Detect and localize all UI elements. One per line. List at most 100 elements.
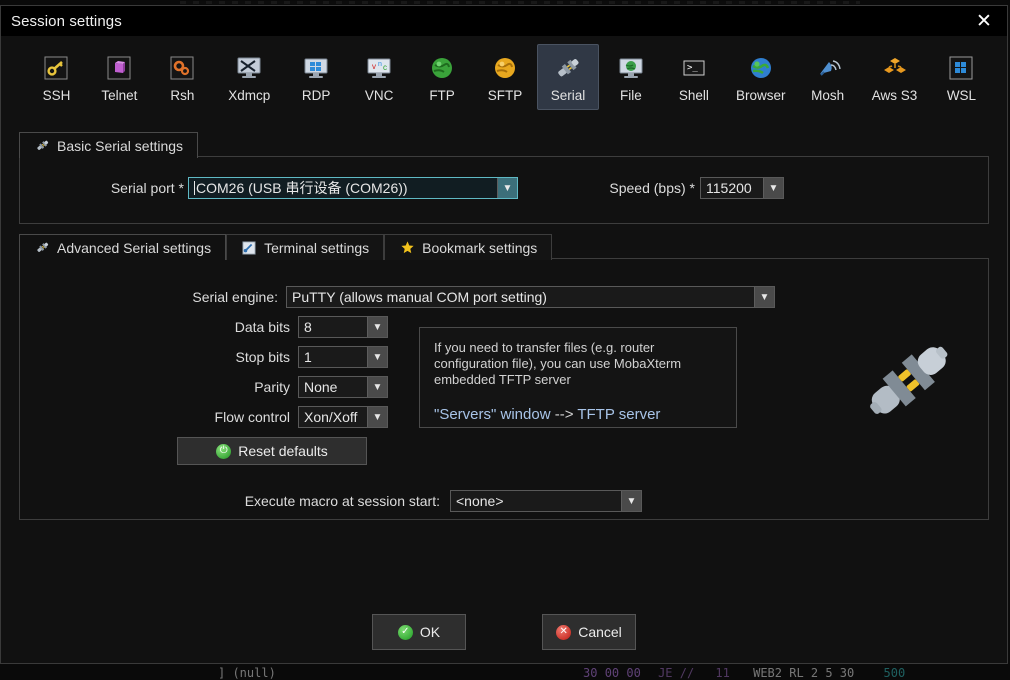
serial-port-label: Serial port *: [110, 180, 184, 196]
rdp-monitor-icon: [300, 52, 332, 84]
chevron-down-icon[interactable]: ▼: [497, 178, 517, 198]
aws-s3-icon: [879, 52, 911, 84]
session-type-file[interactable]: File: [599, 44, 662, 110]
session-settings-dialog: Session settings ✕ SSH Telnet Rsh Xdmcp …: [0, 5, 1008, 664]
tab-advanced-serial-settings[interactable]: Advanced Serial settings: [19, 234, 227, 261]
rsh-gears-icon: [166, 52, 198, 84]
data-bits-combo[interactable]: 8 ▼: [298, 316, 388, 338]
x-circle-icon: ✕: [556, 624, 572, 640]
speed-combo[interactable]: 115200 ▼: [700, 177, 784, 199]
terminal-icon: [241, 240, 257, 256]
vnc-monitor-icon: v n c: [363, 52, 395, 84]
session-type-label: Xdmcp: [228, 88, 271, 103]
serial-engine-value: PuTTY (allows manual COM port setting): [292, 289, 547, 305]
chevron-down-icon[interactable]: ▼: [754, 287, 774, 307]
title-bar: Session settings ✕: [1, 6, 1007, 36]
stop-bits-combo[interactable]: 1 ▼: [298, 346, 388, 368]
browser-globe-icon: [745, 52, 777, 84]
serial-engine-combo[interactable]: PuTTY (allows manual COM port setting) ▼: [286, 286, 775, 308]
session-type-label: VNC: [364, 88, 394, 103]
tab-terminal-settings[interactable]: Terminal settings: [226, 234, 385, 260]
chevron-down-icon[interactable]: ▼: [621, 491, 641, 511]
speed-label: Speed (bps) *: [609, 180, 695, 196]
tab-basic-serial-settings[interactable]: Basic Serial settings: [19, 132, 199, 159]
tab-label: Advanced Serial settings: [57, 239, 212, 256]
serial-port-combo[interactable]: COM26 (USB 串行设备 (COM26)) ▼: [188, 177, 518, 199]
session-type-sftp[interactable]: SFTP: [474, 44, 537, 110]
session-type-label: Rsh: [170, 88, 195, 103]
macro-combo[interactable]: <none> ▼: [450, 490, 642, 512]
tab-bookmark-settings[interactable]: Bookmark settings: [384, 234, 553, 260]
ok-label: OK: [419, 624, 441, 640]
sftp-globe-icon: [489, 52, 521, 84]
parity-value: None: [304, 379, 338, 395]
session-type-telnet[interactable]: Telnet: [88, 44, 151, 110]
session-type-label: File: [620, 88, 642, 103]
serial-plug-icon: [34, 138, 50, 154]
session-type-ftp[interactable]: FTP: [411, 44, 474, 110]
serial-port-value: COM26 (USB 串行设备 (COM26)): [194, 180, 408, 196]
key-icon: [40, 52, 72, 84]
svg-text:n: n: [378, 61, 382, 68]
session-type-label: FTP: [429, 88, 455, 103]
session-type-browser[interactable]: Browser: [725, 44, 796, 110]
tftp-info-box: If you need to transfer files (e.g. rout…: [419, 327, 737, 428]
basic-serial-settings-group: Basic Serial settings Serial port * COM2…: [19, 132, 989, 224]
chevron-down-icon[interactable]: ▼: [367, 347, 387, 367]
flow-control-value: Xon/Xoff: [304, 409, 358, 425]
macro-value: <none>: [456, 493, 504, 509]
basic-settings-tabstrip: Basic Serial settings: [19, 132, 199, 159]
session-type-aws-s3[interactable]: Aws S3: [859, 44, 930, 110]
dialog-footer: ✓ OK ✕ Cancel: [1, 614, 1007, 650]
ok-button[interactable]: ✓ OK: [372, 614, 466, 650]
session-type-shell[interactable]: >_ Shell: [662, 44, 725, 110]
tab-label: Bookmark settings: [422, 239, 538, 256]
session-type-toolbar: SSH Telnet Rsh Xdmcp RDP v n c VNC FTP S…: [1, 36, 1007, 122]
session-type-mosh[interactable]: Mosh: [796, 44, 859, 110]
session-type-ssh[interactable]: SSH: [25, 44, 88, 110]
session-type-label: SFTP: [487, 88, 523, 103]
session-type-label: Aws S3: [871, 88, 918, 103]
chevron-down-icon[interactable]: ▼: [367, 317, 387, 337]
tftp-info-link-prefix: "Servers" window: [434, 406, 551, 423]
mosh-dish-icon: [812, 52, 844, 84]
parity-combo[interactable]: None ▼: [298, 376, 388, 398]
stop-bits-label: Stop bits: [235, 349, 290, 365]
page-title: Session settings: [11, 12, 122, 30]
chevron-down-icon[interactable]: ▼: [367, 377, 387, 397]
file-monitor-icon: [615, 52, 647, 84]
macro-label: Execute macro at session start:: [244, 493, 440, 509]
chevron-down-icon[interactable]: ▼: [763, 178, 783, 198]
svg-text:v: v: [372, 62, 376, 71]
tftp-info-link: "Servers" window --> TFTP server: [434, 406, 722, 423]
session-type-serial[interactable]: Serial: [536, 44, 600, 110]
session-type-label: SSH: [42, 88, 71, 103]
check-circle-icon: ✓: [397, 624, 413, 640]
xdmcp-monitor-icon: [233, 52, 265, 84]
reset-defaults-button[interactable]: ⏻ Reset defaults: [177, 437, 367, 465]
cancel-button[interactable]: ✕ Cancel: [542, 614, 636, 650]
serial-plug-icon: [34, 240, 50, 256]
session-type-label: Serial: [550, 88, 586, 103]
flow-control-label: Flow control: [214, 409, 290, 425]
session-type-xdmcp[interactable]: Xdmcp: [214, 44, 285, 110]
reset-defaults-label: Reset defaults: [238, 443, 328, 459]
reset-power-icon: ⏻: [216, 443, 232, 459]
screen-root: ] (null) 30 00 00 JE // 11 WEB2 RL 2 5 3…: [0, 0, 1010, 680]
session-type-label: WSL: [946, 88, 977, 103]
tftp-info-link-arrow: -->: [554, 406, 574, 423]
svg-text:c: c: [383, 63, 387, 72]
speed-value: 115200: [706, 180, 752, 196]
session-type-label: Shell: [678, 88, 709, 103]
chevron-down-icon[interactable]: ▼: [367, 407, 387, 427]
session-type-rsh[interactable]: Rsh: [151, 44, 214, 110]
session-type-vnc[interactable]: v n c VNC: [348, 44, 411, 110]
flow-control-combo[interactable]: Xon/Xoff ▼: [298, 406, 388, 428]
wsl-windows-icon: [945, 52, 977, 84]
session-type-wsl[interactable]: WSL: [930, 44, 993, 110]
session-type-rdp[interactable]: RDP: [285, 44, 348, 110]
cancel-label: Cancel: [578, 624, 622, 640]
close-icon[interactable]: ✕: [961, 6, 1007, 36]
data-bits-label: Data bits: [234, 319, 290, 335]
tftp-info-text: If you need to transfer files (e.g. rout…: [434, 340, 682, 387]
